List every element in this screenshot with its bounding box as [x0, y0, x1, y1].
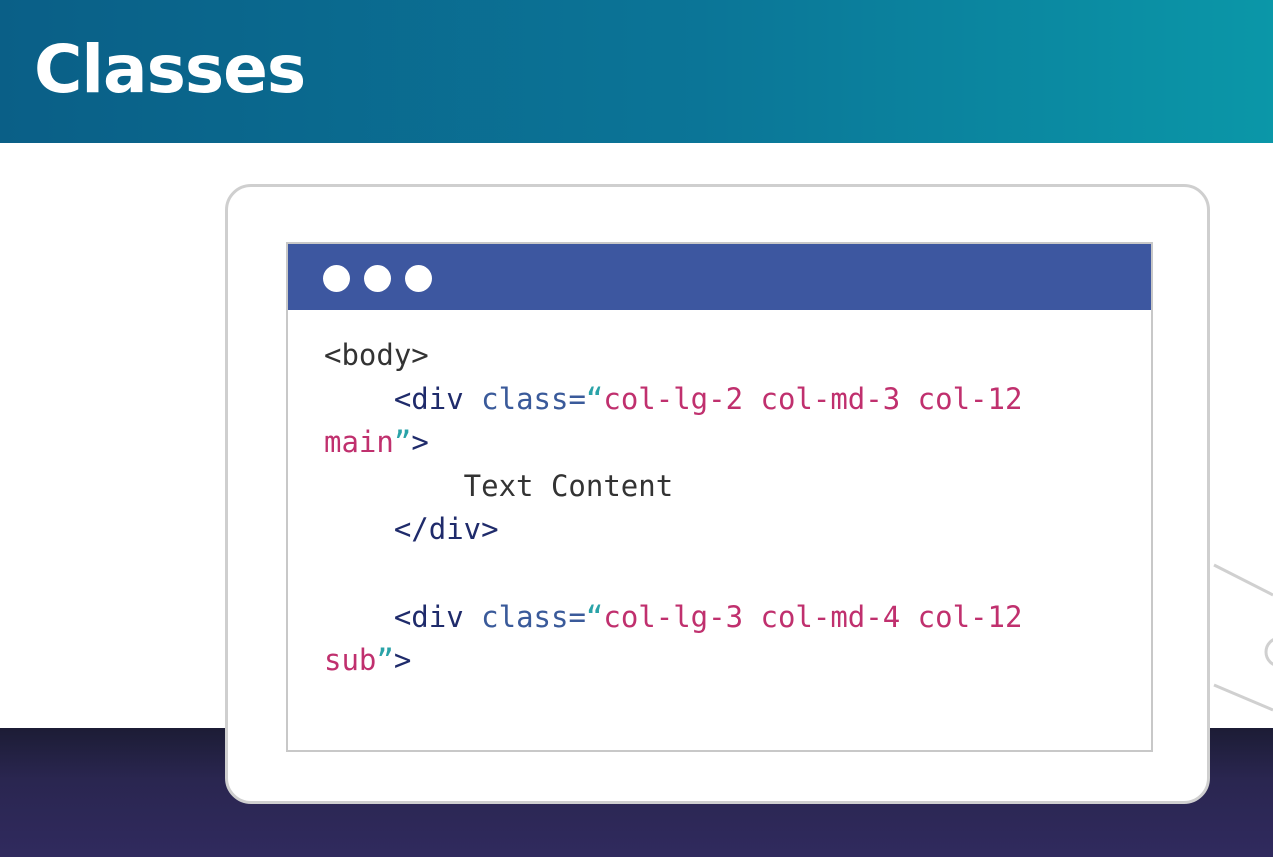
code-line: <div class=“col-lg-2 col-md-3 col-12 — [324, 378, 1023, 422]
window-titlebar — [288, 244, 1151, 310]
code-line: sub”> — [324, 639, 1022, 683]
code-token: > — [411, 425, 429, 460]
code-token: “ — [585, 599, 604, 634]
background-device-outline — [1213, 563, 1273, 712]
code-token: <div — [393, 381, 464, 416]
code-token: ” — [376, 643, 394, 678]
code-token: class= — [463, 381, 586, 416]
code-token: sub — [324, 643, 377, 678]
code-token: </div> — [393, 512, 499, 547]
code-line: <body> — [324, 334, 1022, 378]
code-token: > — [393, 643, 412, 678]
code-token: Text Content — [324, 468, 674, 503]
window-dot-icon — [364, 265, 391, 292]
code-window: <body> <div class=“col-lg-2 col-md-3 col… — [286, 242, 1153, 752]
code-token: col-lg-3 col-md-4 col-12 — [603, 599, 1023, 634]
code-line: </div> — [324, 508, 1022, 552]
code-block: <body> <div class=“col-lg-2 col-md-3 col… — [324, 334, 1022, 683]
code-token: <body> — [324, 338, 429, 372]
code-token: ” — [393, 425, 412, 460]
code-token: col-lg-2 col-md-3 col-12 — [603, 381, 1023, 416]
slide-header: Classes — [0, 0, 1273, 143]
code-token: class= — [463, 599, 586, 634]
code-token: “ — [585, 381, 604, 416]
code-line: <div class=“col-lg-3 col-md-4 col-12 — [324, 596, 1023, 640]
code-line: Text Content — [324, 465, 1022, 509]
window-dot-icon — [323, 265, 350, 292]
window-dot-icon — [405, 265, 432, 292]
slide-title: Classes — [34, 31, 306, 108]
code-token: main — [324, 425, 394, 460]
code-line: main”> — [324, 421, 1022, 465]
code-token: <div — [393, 599, 464, 634]
